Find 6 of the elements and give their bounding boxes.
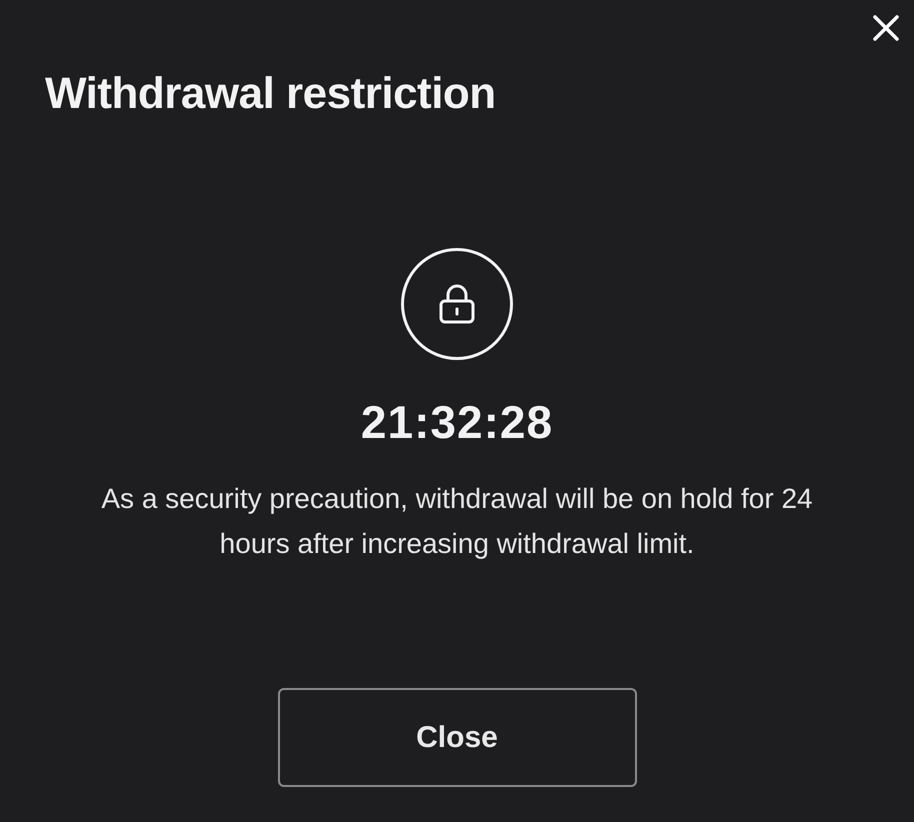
lock-icon xyxy=(401,248,513,360)
dialog-title: Withdrawal restriction xyxy=(45,68,496,120)
message-text: As a security precaution, withdrawal will be on hold for 24 hours after increasing withdrawal limit. xyxy=(100,482,814,561)
countdown-timer: 21:32:28 xyxy=(360,395,554,450)
close-icon[interactable] xyxy=(872,14,900,42)
close-button[interactable]: Close xyxy=(278,688,636,787)
